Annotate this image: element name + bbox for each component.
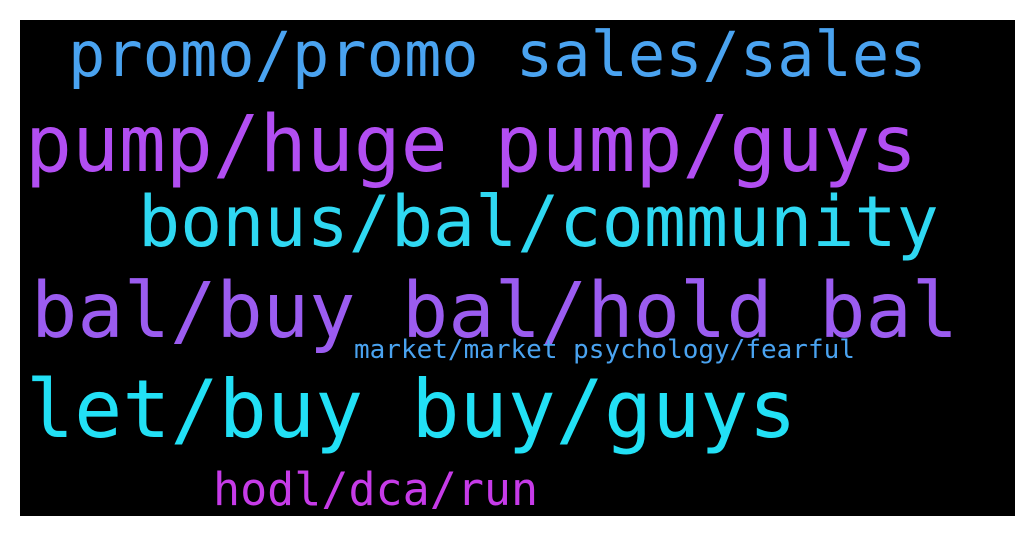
word-market-psychology-fearful: market/market psychology/fearful <box>354 335 855 365</box>
word-hodl-dca-run: hodl/dca/run <box>213 463 539 516</box>
word-let-buy-buy-guys: let/buy buy/guys <box>26 363 797 456</box>
word-bonus-bal-community: bonus/bal/community <box>138 181 939 263</box>
word-promo-promo-sales-sales: promo/promo sales/sales <box>68 20 927 91</box>
word-cloud-canvas: promo/promo sales/sales pump/huge pump/g… <box>20 20 1015 516</box>
word-pump-huge-pump-guys: pump/huge pump/guys <box>25 100 918 190</box>
